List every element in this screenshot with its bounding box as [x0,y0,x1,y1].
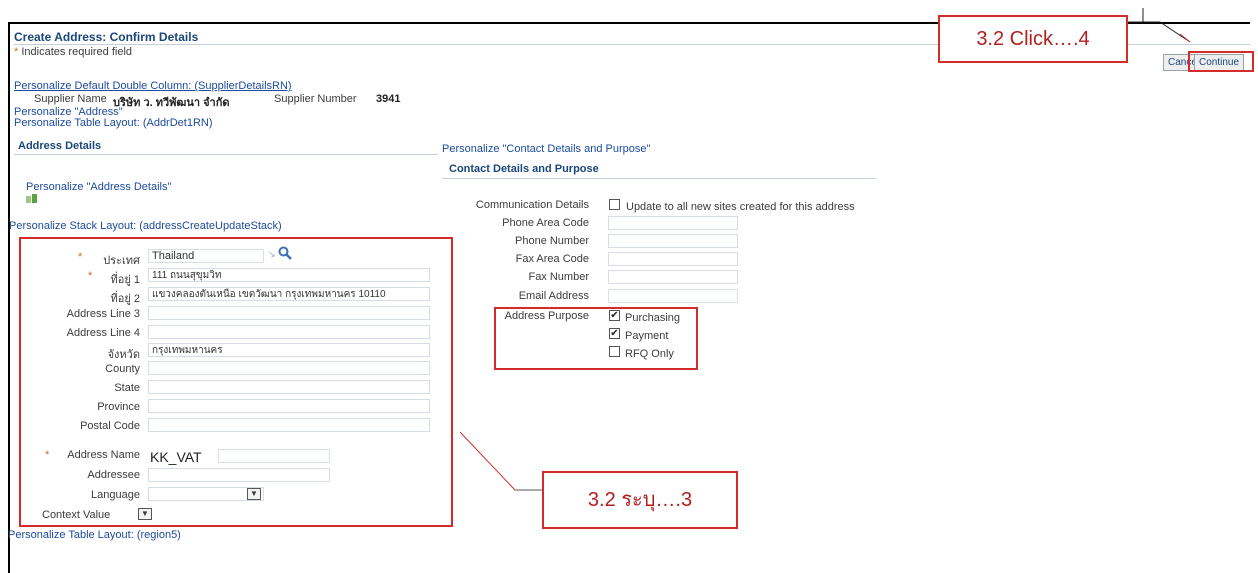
click-callout: 3.2 Click….4 [938,15,1128,63]
specify-callout: 3.2 ระบุ….3 [542,471,738,529]
